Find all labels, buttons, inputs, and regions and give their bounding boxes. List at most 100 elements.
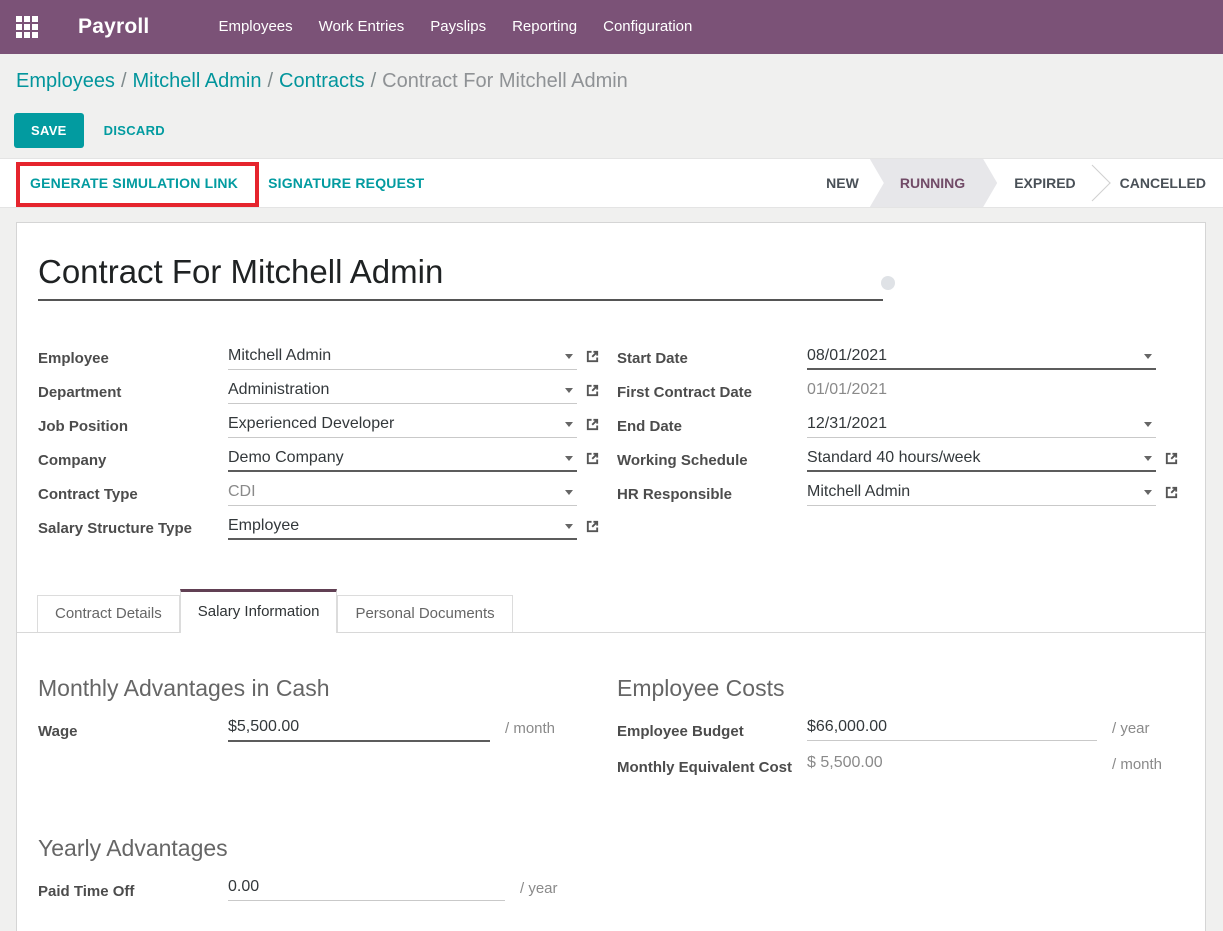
external-link-icon[interactable] — [585, 517, 605, 534]
caret-down-icon[interactable] — [565, 354, 573, 359]
employee-input[interactable] — [228, 347, 559, 365]
tab-personal-documents[interactable]: Personal Documents — [337, 595, 512, 632]
notebook-tabs: Contract Details Salary Information Pers… — [17, 589, 1205, 633]
field-label: Paid Time Off — [38, 878, 228, 904]
caret-down-icon[interactable] — [1144, 354, 1152, 359]
discard-button[interactable]: DISCARD — [104, 123, 165, 138]
breadcrumb-separator: / — [365, 70, 383, 92]
caret-down-icon[interactable] — [1144, 490, 1152, 495]
field-label: Wage — [38, 718, 228, 744]
external-link-icon[interactable] — [585, 347, 605, 364]
field-employee-budget: Employee Budget / year — [617, 718, 1184, 744]
field-job-position: Job Position — [38, 415, 605, 440]
field-label: Working Schedule — [617, 449, 807, 469]
section-employee-costs: Employee Costs Employee Budget / year Mo… — [617, 675, 1184, 790]
breadcrumb-contracts[interactable]: Contracts — [279, 70, 365, 92]
breadcrumb: Employees/Mitchell Admin/Contracts/Contr… — [16, 70, 628, 93]
field-label: End Date — [617, 415, 807, 435]
field-label: Employee — [38, 347, 228, 367]
breadcrumb-mitchell-admin[interactable]: Mitchell Admin — [133, 70, 262, 92]
contract-form-sheet: Employee Department Job Position Co — [16, 222, 1206, 931]
contract-title-field — [38, 253, 883, 301]
field-label: First Contract Date — [617, 381, 807, 401]
employee-budget-unit: / year — [1112, 718, 1150, 737]
breadcrumb-current: Contract For Mitchell Admin — [382, 70, 628, 92]
first-contract-date-value: 01/01/2021 — [807, 381, 887, 399]
field-employee: Employee — [38, 347, 605, 372]
breadcrumb-separator: / — [115, 70, 133, 92]
field-hr-responsible: HR Responsible — [617, 483, 1184, 508]
fields-right-column: Start Date First Contract Date 01/01/202… — [617, 347, 1184, 517]
field-label: Monthly Equivalent Cost — [617, 754, 807, 780]
paid-time-off-unit: / year — [520, 878, 558, 897]
external-link-icon[interactable] — [585, 381, 605, 398]
external-link-icon[interactable] — [585, 449, 605, 466]
end-date-input[interactable] — [807, 415, 1138, 433]
field-label: Employee Budget — [617, 718, 807, 744]
field-department: Department — [38, 381, 605, 406]
field-label: Job Position — [38, 415, 228, 435]
field-salary-structure-type: Salary Structure Type — [38, 517, 605, 542]
breadcrumb-employees[interactable]: Employees — [16, 70, 115, 92]
menu-payslips[interactable]: Payslips — [417, 0, 499, 54]
hr-responsible-input[interactable] — [807, 483, 1138, 501]
activity-state-dot[interactable] — [881, 276, 895, 290]
field-company: Company — [38, 449, 605, 474]
caret-down-icon[interactable] — [565, 388, 573, 393]
generate-simulation-link-button[interactable]: GENERATE SIMULATION LINK — [30, 175, 238, 191]
external-link-icon[interactable] — [1164, 449, 1184, 466]
working-schedule-input[interactable] — [807, 449, 1138, 467]
field-working-schedule: Working Schedule — [617, 449, 1184, 474]
field-label: Company — [38, 449, 228, 469]
section-title: Monthly Advantages in Cash — [38, 675, 605, 702]
field-start-date: Start Date — [617, 347, 1184, 372]
caret-down-icon[interactable] — [565, 456, 573, 461]
salary-structure-type-input[interactable] — [228, 517, 559, 535]
menu-work-entries[interactable]: Work Entries — [306, 0, 418, 54]
tab-salary-information[interactable]: Salary Information — [180, 589, 338, 633]
contract-type-input[interactable] — [228, 483, 559, 501]
job-position-input[interactable] — [228, 415, 559, 433]
caret-down-icon[interactable] — [565, 524, 573, 529]
section-title: Yearly Advantages — [38, 835, 605, 862]
fields-left-column: Employee Department Job Position Co — [38, 347, 605, 551]
external-link-icon[interactable] — [1164, 483, 1184, 500]
employee-budget-input[interactable] — [807, 718, 1097, 736]
caret-down-icon[interactable] — [565, 490, 573, 495]
tab-contract-details[interactable]: Contract Details — [37, 595, 180, 632]
field-label: Department — [38, 381, 228, 401]
monthly-equivalent-cost-unit: / month — [1112, 754, 1162, 773]
save-button[interactable]: SAVE — [14, 113, 84, 148]
field-label: Salary Structure Type — [38, 517, 228, 537]
department-input[interactable] — [228, 381, 559, 399]
caret-down-icon[interactable] — [1144, 456, 1152, 461]
contract-title-input[interactable] — [38, 253, 883, 291]
wage-input[interactable] — [228, 718, 490, 736]
section-yearly-advantages: Yearly Advantages Paid Time Off / year — [38, 835, 605, 914]
external-link-icon[interactable] — [585, 415, 605, 432]
breadcrumb-separator: / — [261, 70, 279, 92]
statusbar-buttons: GENERATE SIMULATION LINK SIGNATURE REQUE… — [0, 159, 454, 207]
field-label: Contract Type — [38, 483, 228, 503]
caret-down-icon[interactable] — [565, 422, 573, 427]
signature-request-button[interactable]: SIGNATURE REQUEST — [268, 175, 424, 191]
field-paid-time-off: Paid Time Off / year — [38, 878, 605, 904]
section-monthly-advantages: Monthly Advantages in Cash Wage / month — [38, 675, 605, 754]
main-menu: Employees Work Entries Payslips Reportin… — [205, 0, 705, 54]
menu-employees[interactable]: Employees — [205, 0, 305, 54]
caret-down-icon[interactable] — [1144, 422, 1152, 427]
paid-time-off-input[interactable] — [228, 878, 505, 896]
menu-reporting[interactable]: Reporting — [499, 0, 590, 54]
start-date-input[interactable] — [807, 347, 1138, 365]
section-title: Employee Costs — [617, 675, 1184, 702]
status-cancelled[interactable]: CANCELLED — [1103, 159, 1223, 207]
company-input[interactable] — [228, 449, 559, 467]
monthly-equivalent-cost-value: $ 5,500.00 — [807, 754, 883, 772]
apps-grid-icon[interactable] — [16, 16, 38, 38]
wage-unit: / month — [505, 718, 555, 737]
menu-configuration[interactable]: Configuration — [590, 0, 705, 54]
status-running[interactable]: RUNNING — [870, 159, 997, 207]
field-label: Start Date — [617, 347, 807, 367]
statusbar: GENERATE SIMULATION LINK SIGNATURE REQUE… — [0, 158, 1223, 208]
field-label: HR Responsible — [617, 483, 807, 503]
